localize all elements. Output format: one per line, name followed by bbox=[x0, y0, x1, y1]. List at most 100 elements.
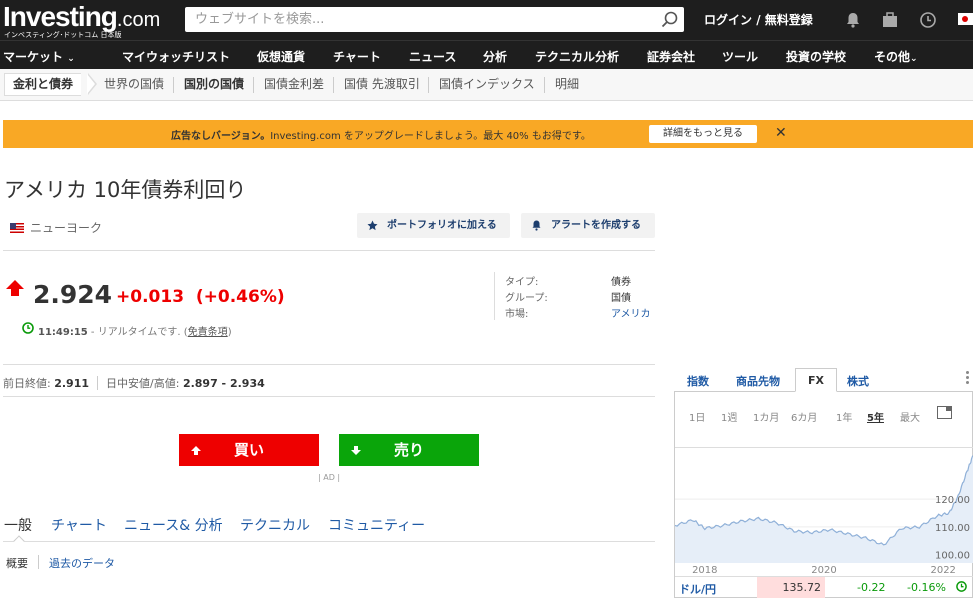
stats-divider bbox=[97, 376, 99, 390]
widget-tab-indices[interactable]: 指数 bbox=[687, 373, 709, 389]
prev-close-value: 2.911 bbox=[54, 377, 90, 390]
widget-tab-stocks[interactable]: 株式 bbox=[847, 373, 869, 389]
promo-learn-more-button[interactable]: 詳細をもっと見る bbox=[649, 125, 757, 143]
nav-news[interactable]: ニュース bbox=[409, 48, 456, 65]
briefcase-icon[interactable] bbox=[881, 11, 899, 29]
japan-flag-icon[interactable] bbox=[958, 13, 973, 25]
nav-watchlist[interactable]: マイウォッチリスト bbox=[122, 48, 230, 65]
more-options-icon[interactable] bbox=[966, 371, 970, 385]
subnav-divider bbox=[253, 77, 254, 93]
disclaimer-link[interactable]: 免責条項 bbox=[188, 327, 228, 338]
tab-general[interactable]: 一般 bbox=[4, 515, 32, 535]
tab-chart[interactable]: チャート bbox=[51, 515, 107, 535]
subtab-overview[interactable]: 概要 bbox=[6, 555, 28, 571]
range-1m[interactable]: 1カ月 bbox=[753, 409, 779, 424]
realtime-text: - リアルタイムです. ( bbox=[87, 327, 188, 338]
price-stats: 前日終値: 2.911 日中安値/高値: 2.897 - 2.934 bbox=[3, 375, 265, 391]
main-nav: マーケット ⌄ マイウォッチリスト 仮想通貨 チャート ニュース 分析 テクニカ… bbox=[0, 40, 973, 69]
nav-crypto[interactable]: 仮想通貨 bbox=[257, 48, 305, 65]
subnav-indices[interactable]: 国債インデックス bbox=[439, 69, 535, 100]
nav-markets-label: マーケット bbox=[3, 50, 64, 64]
last-price: 2.924 bbox=[33, 280, 113, 309]
add-portfolio-button[interactable]: ポートフォリオに加える bbox=[357, 213, 510, 238]
markets-widget: 1日 1週 1カ月 6カ月 1年 5年 最大 100.00 110.00 120.0… bbox=[674, 391, 973, 598]
range-1w[interactable]: 1週 bbox=[721, 409, 737, 424]
nav-analysis[interactable]: 分析 bbox=[483, 48, 507, 65]
register-link[interactable]: 無料登録 bbox=[765, 13, 813, 27]
tab-technical[interactable]: テクニカル bbox=[240, 515, 310, 535]
nav-tools[interactable]: ツール bbox=[722, 48, 758, 65]
range-6m[interactable]: 6カ月 bbox=[791, 409, 817, 424]
promo-bold: 広告なしバージョン。 bbox=[171, 131, 271, 142]
sub-nav: 金利と債券 世界の国債 国別の国債 国債金利差 国債 先渡取引 国債インデックス… bbox=[0, 69, 973, 101]
subtab-divider bbox=[38, 555, 39, 569]
range-1d[interactable]: 1日 bbox=[689, 409, 705, 424]
fx-quote-row[interactable]: ドル/円 135.72 -0.22 -0.16% bbox=[675, 576, 973, 598]
subtab-historical-data[interactable]: 過去のデータ bbox=[49, 555, 115, 571]
logo-com-text: .com bbox=[116, 9, 161, 31]
expand-icon[interactable] bbox=[937, 406, 952, 419]
promo-text: 広告なしバージョン。Investing.com をアップグレードしましょう。最大… bbox=[171, 127, 591, 142]
location: ニューヨーク bbox=[10, 219, 102, 236]
realtime-end: ) bbox=[227, 327, 232, 338]
tab-news-analysis[interactable]: ニュース& 分析 bbox=[124, 515, 223, 535]
close-icon[interactable]: ✕ bbox=[775, 125, 787, 141]
buy-button[interactable]: 買い bbox=[179, 434, 319, 466]
subnav-world-bonds[interactable]: 世界の国債 bbox=[104, 69, 164, 100]
search-input[interactable] bbox=[185, 7, 645, 32]
tab-caret bbox=[13, 535, 25, 547]
chevron-down-icon: ⌄ bbox=[910, 54, 918, 64]
login-link[interactable]: ログイン bbox=[704, 13, 752, 27]
change-value: +0.013 bbox=[116, 287, 185, 307]
divider bbox=[3, 250, 655, 251]
info-group-label: グループ: bbox=[505, 293, 548, 304]
fx-pair-link[interactable]: ドル/円 bbox=[679, 581, 716, 597]
bell-icon[interactable] bbox=[844, 11, 862, 29]
nav-technical[interactable]: テクニカル分析 bbox=[535, 48, 619, 65]
subnav-country-bonds[interactable]: 国別の国債 bbox=[184, 69, 244, 100]
clock-icon bbox=[956, 581, 967, 592]
info-market-link[interactable]: アメリカ bbox=[611, 305, 651, 320]
subnav-divider bbox=[333, 77, 334, 93]
x-tick-label: 2020 bbox=[811, 565, 836, 575]
subnav-rates-bonds[interactable]: 金利と債券 bbox=[4, 73, 82, 96]
ad-label: | AD | bbox=[318, 473, 341, 482]
arrow-down-icon bbox=[351, 446, 361, 455]
y-tick-label: 110.00 bbox=[935, 523, 970, 534]
buy-label: 買い bbox=[234, 441, 265, 459]
subnav-spreads[interactable]: 国債金利差 bbox=[264, 69, 324, 100]
range-max[interactable]: 最大 bbox=[900, 409, 920, 424]
range-1y[interactable]: 1年 bbox=[836, 409, 852, 424]
logo-subtitle: インベスティング･ドットコム 日本版 bbox=[4, 31, 122, 39]
info-type-value: 債券 bbox=[611, 277, 631, 288]
info-type-label: タイプ: bbox=[505, 277, 539, 288]
nav-more[interactable]: その他⌄ bbox=[874, 48, 918, 65]
subnav-details[interactable]: 明細 bbox=[555, 69, 579, 100]
fx-chart-svg: 100.00 110.00 120.00 2018 2020 2022 bbox=[674, 455, 973, 576]
nav-chart[interactable]: チャート bbox=[333, 48, 381, 65]
realtime-status: 11:49:15 - リアルタイムです. (免責条項) bbox=[22, 322, 232, 338]
logo-main-text: Investing bbox=[3, 1, 118, 32]
search-icon[interactable] bbox=[661, 11, 678, 28]
sell-label: 売り bbox=[394, 441, 425, 459]
quote-time: 11:49:15 bbox=[38, 327, 88, 338]
sell-button[interactable]: 売り bbox=[339, 434, 479, 466]
create-alert-button[interactable]: アラートを作成する bbox=[521, 213, 655, 238]
tab-community[interactable]: コミュニティー bbox=[328, 515, 425, 535]
arrow-up-icon bbox=[6, 280, 24, 296]
clock-icon[interactable] bbox=[919, 11, 937, 29]
widget-tab-fx[interactable]: FX bbox=[795, 368, 837, 392]
prev-close-label: 前日終値: bbox=[3, 377, 51, 390]
nav-brokers[interactable]: 証券会社 bbox=[647, 48, 695, 65]
promo-banner: 広告なしバージョン。Investing.com をアップグレードしましょう。最大… bbox=[3, 120, 973, 148]
subnav-arrow bbox=[87, 73, 97, 95]
change-percent: (+0.46%) bbox=[195, 287, 285, 307]
widget-tab-commodities[interactable]: 商品先物 bbox=[736, 373, 780, 389]
bell-icon bbox=[532, 220, 541, 231]
nav-markets[interactable]: マーケット ⌄ bbox=[3, 48, 75, 65]
nav-education[interactable]: 投資の学校 bbox=[786, 48, 846, 65]
star-icon bbox=[367, 220, 378, 231]
investing-logo[interactable]: Investing.com インベスティング･ドットコム 日本版 bbox=[3, 1, 161, 40]
subnav-forwards[interactable]: 国債 先渡取引 bbox=[344, 69, 420, 100]
range-5y[interactable]: 5年 bbox=[867, 409, 884, 424]
